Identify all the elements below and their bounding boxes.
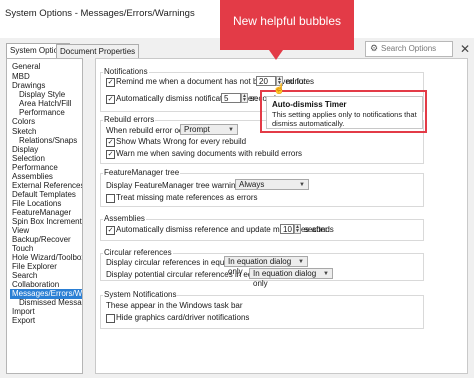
- assemblies-auto-dismiss-checkbox[interactable]: ✓: [106, 226, 115, 235]
- rebuild-when-select[interactable]: Prompt ▼: [180, 124, 238, 135]
- assemblies-title: Assemblies: [103, 214, 146, 223]
- search-placeholder: Search Options: [381, 44, 437, 53]
- assemblies-seconds-input[interactable]: 10: [280, 224, 294, 234]
- rebuild-when-value: Prompt: [184, 125, 210, 134]
- tooltip-title: Auto-dismiss Timer: [272, 100, 347, 109]
- fm-display-label: Display FeatureManager tree warnings:: [106, 181, 247, 190]
- pointer-cursor-icon: ☝: [273, 84, 286, 95]
- warn-rebuild-label: Warn me when saving documents with rebui…: [116, 149, 303, 158]
- sidebar-item-export[interactable]: Export: [12, 316, 35, 326]
- tooltip-body: This setting applies only to notificatio…: [272, 110, 417, 128]
- hide-graphics-label: Hide graphics card/driver notifications: [116, 313, 250, 322]
- circular-display-select[interactable]: In equation dialog only ▼: [224, 256, 308, 276]
- featuremanager-tree-title: FeatureManager tree: [103, 168, 181, 177]
- remind-checkbox[interactable]: ✓: [106, 78, 115, 87]
- chevron-down-icon: ▼: [228, 127, 234, 133]
- warn-rebuild-checkbox[interactable]: ✓: [106, 150, 115, 159]
- notifications-title: Notifications: [103, 67, 149, 76]
- window-title: System Options - Messages/Errors/Warning…: [5, 8, 195, 19]
- callout-text: New helpful bubbles: [232, 14, 342, 28]
- circular-potential-select[interactable]: In equation dialog only ▼: [249, 268, 333, 288]
- show-whats-wrong-checkbox[interactable]: ✓: [106, 138, 115, 147]
- dismiss-seconds-input[interactable]: 5: [221, 93, 241, 103]
- system-notifications-desc: These appear in the Windows task bar: [106, 301, 243, 310]
- dismiss-stepper[interactable]: ▲ ▼: [241, 93, 248, 103]
- sidebar-item-colors[interactable]: Colors: [12, 117, 35, 127]
- fm-display-select[interactable]: Always ▼: [235, 179, 309, 190]
- treat-missing-checkbox[interactable]: [106, 194, 115, 203]
- fm-display-value: Always: [239, 180, 265, 189]
- hide-graphics-checkbox[interactable]: [106, 314, 115, 323]
- close-icon[interactable]: ✕: [460, 42, 470, 56]
- remind-unit: minutes: [286, 77, 315, 86]
- callout-pointer: [269, 50, 283, 60]
- treat-missing-label: Treat missing mate references as errors: [116, 193, 258, 202]
- tab-document-properties[interactable]: Document Properties: [56, 44, 140, 59]
- options-sidebar: General MBD Drawings Display Style Area …: [6, 58, 83, 374]
- assemblies-unit: seconds: [304, 225, 334, 234]
- chevron-down-icon: ▼: [299, 182, 305, 188]
- show-whats-wrong-label: Show Whats Wrong for every rebuild: [116, 137, 247, 146]
- circular-references-title: Circular references: [103, 248, 173, 257]
- assemblies-stepper[interactable]: ▲ ▼: [294, 224, 301, 234]
- chevron-down-icon: ▼: [298, 259, 304, 265]
- sidebar-item-general[interactable]: General: [12, 62, 40, 72]
- system-notifications-title: System Notifications: [103, 290, 178, 299]
- gear-icon: ⚙: [370, 43, 379, 53]
- search-input[interactable]: ⚙ Search Options: [365, 41, 453, 57]
- chevron-down-icon: ▼: [323, 271, 329, 277]
- rebuild-errors-title: Rebuild errors: [103, 115, 156, 124]
- dismiss-checkbox[interactable]: ✓: [106, 95, 115, 104]
